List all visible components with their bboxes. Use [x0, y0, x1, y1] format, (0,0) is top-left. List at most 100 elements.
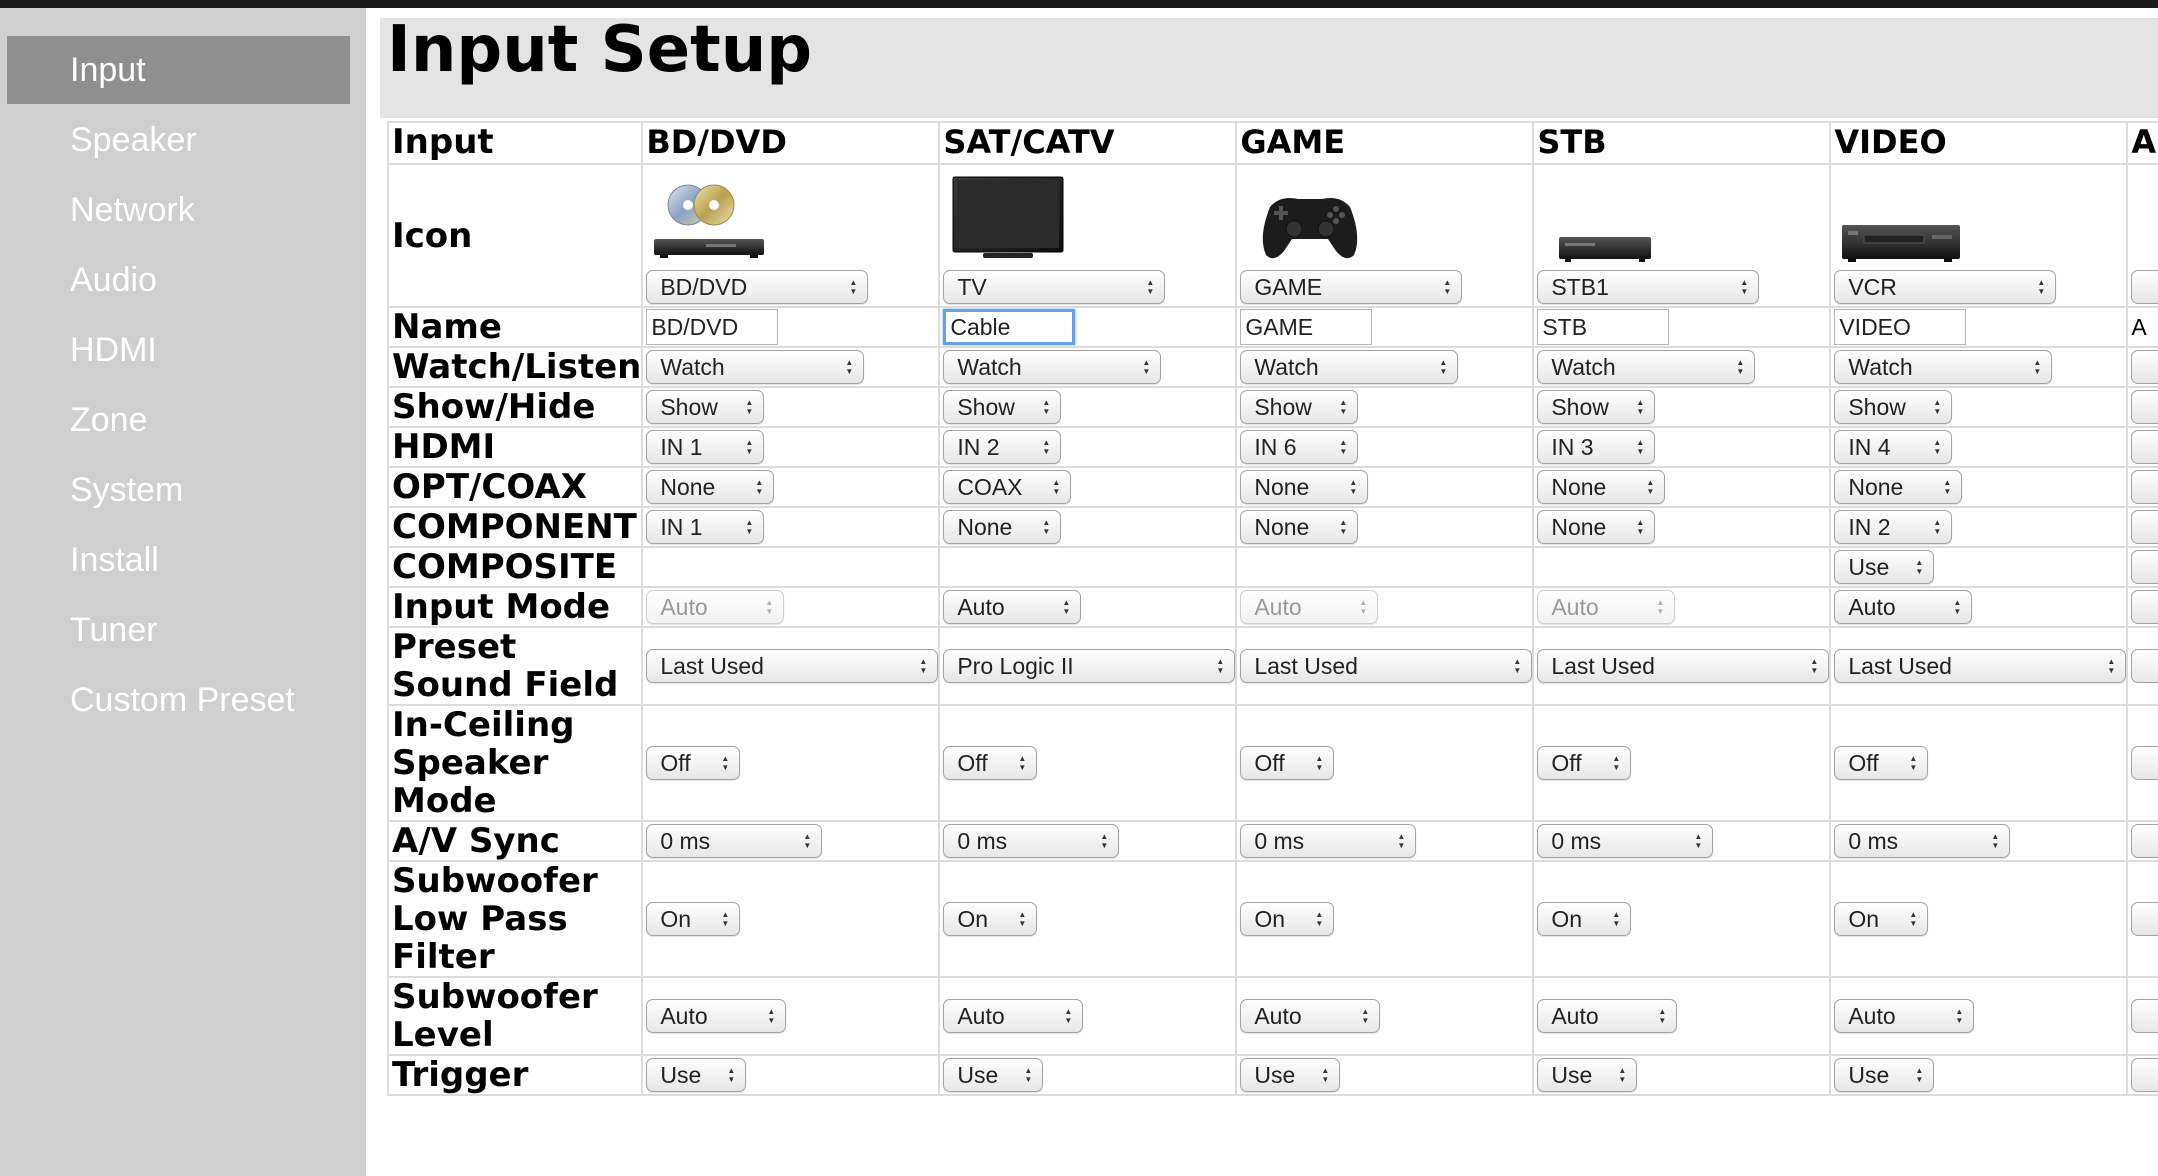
select-partial[interactable]: [2131, 390, 2158, 424]
input-mode-select[interactable]: Auto ▲ ▼: [646, 590, 785, 624]
sidebar-item-custom-preset[interactable]: Custom Preset: [7, 666, 350, 734]
sound-field-select[interactable]: Pro Logic II ▲ ▼: [943, 649, 1235, 683]
opt-select[interactable]: None ▲ ▼: [1537, 470, 1666, 504]
sidebar-item-system[interactable]: System: [7, 456, 350, 524]
hdmi-select[interactable]: IN 2 ▲ ▼: [943, 430, 1062, 464]
lpf-select[interactable]: On ▲ ▼: [646, 902, 741, 936]
show-select[interactable]: Show ▲ ▼: [1834, 390, 1953, 424]
av-sync-select[interactable]: 0 ms ▲ ▼: [1240, 824, 1417, 858]
icon-select[interactable]: STB1 ▲ ▼: [1537, 269, 1760, 304]
icon-select[interactable]: BD/DVD ▲ ▼: [646, 269, 869, 304]
input-mode-select[interactable]: Auto ▲ ▼: [1537, 590, 1676, 624]
table-cell: Use ▲ ▼: [641, 1054, 941, 1096]
component-select[interactable]: None ▲ ▼: [1537, 510, 1656, 544]
show-select[interactable]: Show ▲ ▼: [943, 390, 1062, 424]
watch-select[interactable]: Watch ▲ ▼: [1537, 350, 1756, 384]
hdmi-select[interactable]: IN 3 ▲ ▼: [1537, 430, 1656, 464]
sub-level-select[interactable]: Auto ▲ ▼: [646, 999, 787, 1033]
watch-select[interactable]: Watch ▲ ▼: [1834, 350, 2053, 384]
av-sync-select[interactable]: 0 ms ▲ ▼: [1537, 824, 1714, 858]
watch-select[interactable]: Watch ▲ ▼: [646, 350, 865, 384]
trigger-select[interactable]: Use ▲ ▼: [1240, 1058, 1341, 1092]
opt-select[interactable]: None ▲ ▼: [1240, 470, 1369, 504]
select-partial[interactable]: [2131, 430, 2158, 464]
component-select[interactable]: IN 2 ▲ ▼: [1834, 510, 1953, 544]
av-sync-select[interactable]: 0 ms ▲ ▼: [1834, 824, 2011, 858]
table-cell: Auto ▲ ▼: [1235, 586, 1535, 628]
trigger-select[interactable]: Use ▲ ▼: [943, 1058, 1044, 1092]
watch-select[interactable]: Watch ▲ ▼: [1240, 350, 1459, 384]
show-select[interactable]: Show ▲ ▼: [646, 390, 765, 424]
select-partial[interactable]: [2131, 550, 2158, 584]
trigger-select[interactable]: Use ▲ ▼: [646, 1058, 747, 1092]
opt-select[interactable]: COAX ▲ ▼: [943, 470, 1072, 504]
sub-level-select[interactable]: Auto ▲ ▼: [1537, 999, 1678, 1033]
av-sync-select[interactable]: 0 ms ▲ ▼: [646, 824, 823, 858]
table-cell: Watch ▲ ▼: [938, 346, 1238, 388]
select-partial[interactable]: [2131, 470, 2158, 504]
in-ceiling-select[interactable]: Off ▲ ▼: [1537, 746, 1632, 780]
sidebar-item-zone[interactable]: Zone: [7, 386, 350, 454]
in-ceiling-select[interactable]: Off ▲ ▼: [1834, 746, 1929, 780]
sidebar-item-input[interactable]: Input: [7, 36, 350, 104]
sound-field-select[interactable]: Last Used ▲ ▼: [1537, 649, 1829, 683]
icon-select[interactable]: GAME ▲ ▼: [1240, 269, 1463, 304]
name-field-partial[interactable]: A: [2131, 314, 2146, 340]
name-field[interactable]: [646, 309, 779, 345]
select-partial[interactable]: [2131, 510, 2158, 544]
name-field[interactable]: [1537, 309, 1670, 345]
sidebar-item-tuner[interactable]: Tuner: [7, 596, 350, 664]
lpf-select[interactable]: On ▲ ▼: [943, 902, 1038, 936]
hdmi-select[interactable]: IN 6 ▲ ▼: [1240, 430, 1359, 464]
sidebar-item-speaker[interactable]: Speaker: [7, 106, 350, 174]
select-partial[interactable]: [2131, 590, 2158, 624]
select-partial[interactable]: [2131, 902, 2158, 936]
show-select[interactable]: Show ▲ ▼: [1537, 390, 1656, 424]
component-select[interactable]: None ▲ ▼: [943, 510, 1062, 544]
sidebar-item-network[interactable]: Network: [7, 176, 350, 244]
name-field[interactable]: [1240, 309, 1373, 345]
select-partial[interactable]: [2131, 746, 2158, 780]
hdmi-select[interactable]: IN 1 ▲ ▼: [646, 430, 765, 464]
in-ceiling-select[interactable]: Off ▲ ▼: [943, 746, 1038, 780]
icon-select[interactable]: TV ▲ ▼: [943, 269, 1166, 304]
sidebar-item-hdmi[interactable]: HDMI: [7, 316, 350, 384]
select-partial[interactable]: [2131, 999, 2158, 1033]
name-field[interactable]: [943, 309, 1076, 345]
select-arrows-icon: ▲ ▼: [1216, 657, 1225, 675]
lpf-select[interactable]: On ▲ ▼: [1537, 902, 1632, 936]
select-partial[interactable]: [2131, 1058, 2158, 1092]
in-ceiling-select[interactable]: Off ▲ ▼: [1240, 746, 1335, 780]
sub-level-select[interactable]: Auto ▲ ▼: [1240, 999, 1381, 1033]
sound-field-select[interactable]: Last Used ▲ ▼: [1834, 649, 2126, 683]
input-mode-select[interactable]: Auto ▲ ▼: [1240, 590, 1379, 624]
component-select[interactable]: IN 1 ▲ ▼: [646, 510, 765, 544]
sub-level-select[interactable]: Auto ▲ ▼: [943, 999, 1084, 1033]
lpf-select[interactable]: On ▲ ▼: [1834, 902, 1929, 936]
av-sync-select[interactable]: 0 ms ▲ ▼: [943, 824, 1120, 858]
sub-level-select[interactable]: Auto ▲ ▼: [1834, 999, 1975, 1033]
opt-select[interactable]: None ▲ ▼: [1834, 470, 1963, 504]
select-partial[interactable]: [2131, 350, 2158, 384]
trigger-select[interactable]: Use ▲ ▼: [1834, 1058, 1935, 1092]
lpf-select[interactable]: On ▲ ▼: [1240, 902, 1335, 936]
icon-select-partial[interactable]: [2131, 269, 2158, 304]
hdmi-select[interactable]: IN 4 ▲ ▼: [1834, 430, 1953, 464]
input-mode-select[interactable]: Auto ▲ ▼: [943, 590, 1082, 624]
watch-select[interactable]: Watch ▲ ▼: [943, 350, 1162, 384]
in-ceiling-select[interactable]: Off ▲ ▼: [646, 746, 741, 780]
icon-select[interactable]: VCR ▲ ▼: [1834, 269, 2057, 304]
select-partial[interactable]: [2131, 649, 2158, 683]
opt-select[interactable]: None ▲ ▼: [646, 470, 775, 504]
composite-select[interactable]: Use ▲ ▼: [1834, 550, 1935, 584]
component-select[interactable]: None ▲ ▼: [1240, 510, 1359, 544]
sidebar-item-audio[interactable]: Audio: [7, 246, 350, 314]
sound-field-select[interactable]: Last Used ▲ ▼: [1240, 649, 1532, 683]
trigger-select[interactable]: Use ▲ ▼: [1537, 1058, 1638, 1092]
select-partial[interactable]: [2131, 824, 2158, 858]
input-mode-select[interactable]: Auto ▲ ▼: [1834, 590, 1973, 624]
sound-field-select[interactable]: Last Used ▲ ▼: [646, 649, 938, 683]
sidebar-item-install[interactable]: Install: [7, 526, 350, 594]
name-field[interactable]: [1834, 309, 1967, 345]
show-select[interactable]: Show ▲ ▼: [1240, 390, 1359, 424]
